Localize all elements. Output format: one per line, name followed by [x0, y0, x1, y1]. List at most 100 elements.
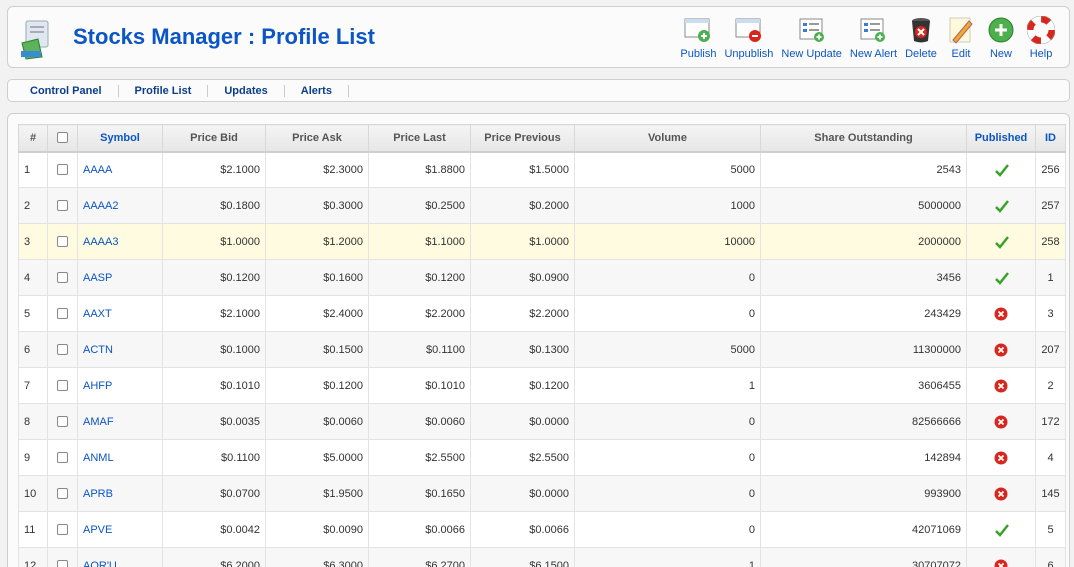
unpublished-x-icon[interactable] [994, 559, 1008, 567]
new-alert-icon [857, 15, 889, 45]
published-toggle[interactable] [966, 151, 1036, 188]
table-row[interactable]: 4 AASP $0.1200 $0.1600 $0.1200 $0.0900 0 3456 1 [18, 259, 1066, 296]
col-id[interactable]: ID [1035, 124, 1066, 153]
published-toggle[interactable] [966, 331, 1036, 368]
edit-button[interactable]: Edit [941, 15, 981, 65]
published-check-icon[interactable] [994, 235, 1009, 249]
select-all-checkbox[interactable] [57, 132, 68, 144]
published-toggle[interactable] [966, 259, 1036, 296]
symbol-link[interactable]: ACTN [77, 331, 163, 368]
row-checkbox-cell[interactable] [47, 403, 78, 440]
table-row[interactable]: 3 AAAA3 $1.0000 $1.2000 $1.1000 $1.0000 10000 2… [18, 223, 1066, 260]
symbol-link[interactable]: AAAA [77, 151, 163, 188]
published-toggle[interactable] [966, 547, 1036, 567]
unpublished-x-icon[interactable] [994, 415, 1008, 429]
row-checkbox[interactable] [57, 488, 68, 500]
unpublished-x-icon[interactable] [994, 307, 1008, 321]
col-select-all[interactable] [47, 124, 78, 153]
row-checkbox[interactable] [57, 416, 68, 428]
table-row[interactable]: 5 AAXT $2.1000 $2.4000 $2.2000 $2.2000 0 243429… [18, 295, 1066, 332]
symbol-link[interactable]: APRB [77, 475, 163, 512]
col-published[interactable]: Published [966, 124, 1036, 153]
table-row[interactable]: 7 AHFP $0.1010 $0.1200 $0.1010 $0.1200 1 360645… [18, 367, 1066, 404]
nav-alerts[interactable]: Alerts [285, 84, 349, 97]
row-checkbox[interactable] [57, 344, 68, 356]
row-checkbox[interactable] [57, 560, 68, 567]
unpublish-button[interactable]: Unpublish [720, 15, 777, 65]
table-row[interactable]: 2 AAAA2 $0.1800 $0.3000 $0.2500 $0.2000 1000 50… [18, 187, 1066, 224]
table-row[interactable]: 12 AQR'U $6.2000 $6.3000 $6.2700 $6.1500 1 3070… [18, 547, 1066, 567]
symbol-link[interactable]: AMAF [77, 403, 163, 440]
row-checkbox[interactable] [57, 308, 68, 320]
col-volume: Volume [574, 124, 761, 153]
row-id: 145 [1035, 475, 1066, 512]
unpublished-x-icon[interactable] [994, 487, 1008, 501]
symbol-link[interactable]: ANML [77, 439, 163, 476]
table-header-row: # Symbol Price Bid Price Ask Price Last … [18, 124, 1066, 153]
row-checkbox-cell[interactable] [47, 475, 78, 512]
help-button[interactable]: Help [1021, 15, 1061, 65]
published-toggle[interactable] [966, 223, 1036, 260]
table-row[interactable]: 6 ACTN $0.1000 $0.1500 $0.1100 $0.1300 5000 113… [18, 331, 1066, 368]
published-toggle[interactable] [966, 367, 1036, 404]
table-row[interactable]: 1 AAAA $2.1000 $2.3000 $1.8800 $1.5000 5000 254… [18, 151, 1066, 188]
unpublished-x-icon[interactable] [994, 343, 1008, 357]
published-check-icon[interactable] [994, 271, 1009, 285]
published-toggle[interactable] [966, 295, 1036, 332]
row-checkbox-cell[interactable] [47, 223, 78, 260]
nav-profile-list[interactable]: Profile List [119, 84, 209, 97]
row-checkbox-cell[interactable] [47, 151, 78, 188]
published-toggle[interactable] [966, 439, 1036, 476]
nav-control-panel[interactable]: Control Panel [8, 84, 119, 97]
published-check-icon[interactable] [994, 163, 1009, 177]
row-checkbox-cell[interactable] [47, 547, 78, 567]
price-previous: $0.0000 [470, 403, 575, 440]
row-checkbox[interactable] [57, 380, 68, 392]
row-checkbox-cell[interactable] [47, 187, 78, 224]
row-checkbox[interactable] [57, 452, 68, 464]
row-checkbox[interactable] [57, 272, 68, 284]
table-row[interactable]: 11 APVE $0.0042 $0.0090 $0.0066 $0.0066 0 42071… [18, 511, 1066, 548]
published-toggle[interactable] [966, 403, 1036, 440]
profile-list-panel: # Symbol Price Bid Price Ask Price Last … [7, 113, 1070, 567]
row-checkbox-cell[interactable] [47, 295, 78, 332]
symbol-link[interactable]: APVE [77, 511, 163, 548]
volume: 0 [574, 259, 761, 296]
symbol-link[interactable]: AQR'U [77, 547, 163, 567]
new-alert-button[interactable]: New Alert [846, 15, 901, 65]
symbol-link[interactable]: AHFP [77, 367, 163, 404]
row-checkbox[interactable] [57, 236, 68, 248]
row-checkbox-cell[interactable] [47, 439, 78, 476]
row-checkbox-cell[interactable] [47, 259, 78, 296]
unpublished-x-icon[interactable] [994, 379, 1008, 393]
row-checkbox-cell[interactable] [47, 331, 78, 368]
row-checkbox[interactable] [57, 200, 68, 212]
published-toggle[interactable] [966, 187, 1036, 224]
symbol-link[interactable]: AASP [77, 259, 163, 296]
table-row[interactable]: 10 APRB $0.0700 $1.9500 $0.1650 $0.0000 0 99390… [18, 475, 1066, 512]
publish-button[interactable]: Publish [676, 15, 720, 65]
published-toggle[interactable] [966, 511, 1036, 548]
published-check-icon[interactable] [994, 523, 1009, 537]
published-toggle[interactable] [966, 475, 1036, 512]
unpublished-x-icon[interactable] [994, 451, 1008, 465]
table-row[interactable]: 9 ANML $0.1100 $5.0000 $2.5500 $2.5500 0 142894… [18, 439, 1066, 476]
symbol-link[interactable]: AAXT [77, 295, 163, 332]
symbol-link[interactable]: AAAA2 [77, 187, 163, 224]
delete-button[interactable]: Delete [901, 15, 941, 65]
row-checkbox-cell[interactable] [47, 367, 78, 404]
row-checkbox[interactable] [57, 164, 68, 176]
new-button[interactable]: New [981, 15, 1021, 65]
price-previous: $0.1300 [470, 331, 575, 368]
row-checkbox-cell[interactable] [47, 511, 78, 548]
row-checkbox[interactable] [57, 524, 68, 536]
col-symbol[interactable]: Symbol [77, 124, 163, 153]
price-bid: $0.1100 [162, 439, 266, 476]
profile-table: # Symbol Price Bid Price Ask Price Last … [18, 124, 1066, 567]
table-row[interactable]: 8 AMAF $0.0035 $0.0060 $0.0060 $0.0000 0 825666… [18, 403, 1066, 440]
new-update-button[interactable]: New Update [777, 15, 846, 65]
symbol-link[interactable]: AAAA3 [77, 223, 163, 260]
price-previous: $6.1500 [470, 547, 575, 567]
nav-updates[interactable]: Updates [208, 84, 285, 97]
published-check-icon[interactable] [994, 199, 1009, 213]
